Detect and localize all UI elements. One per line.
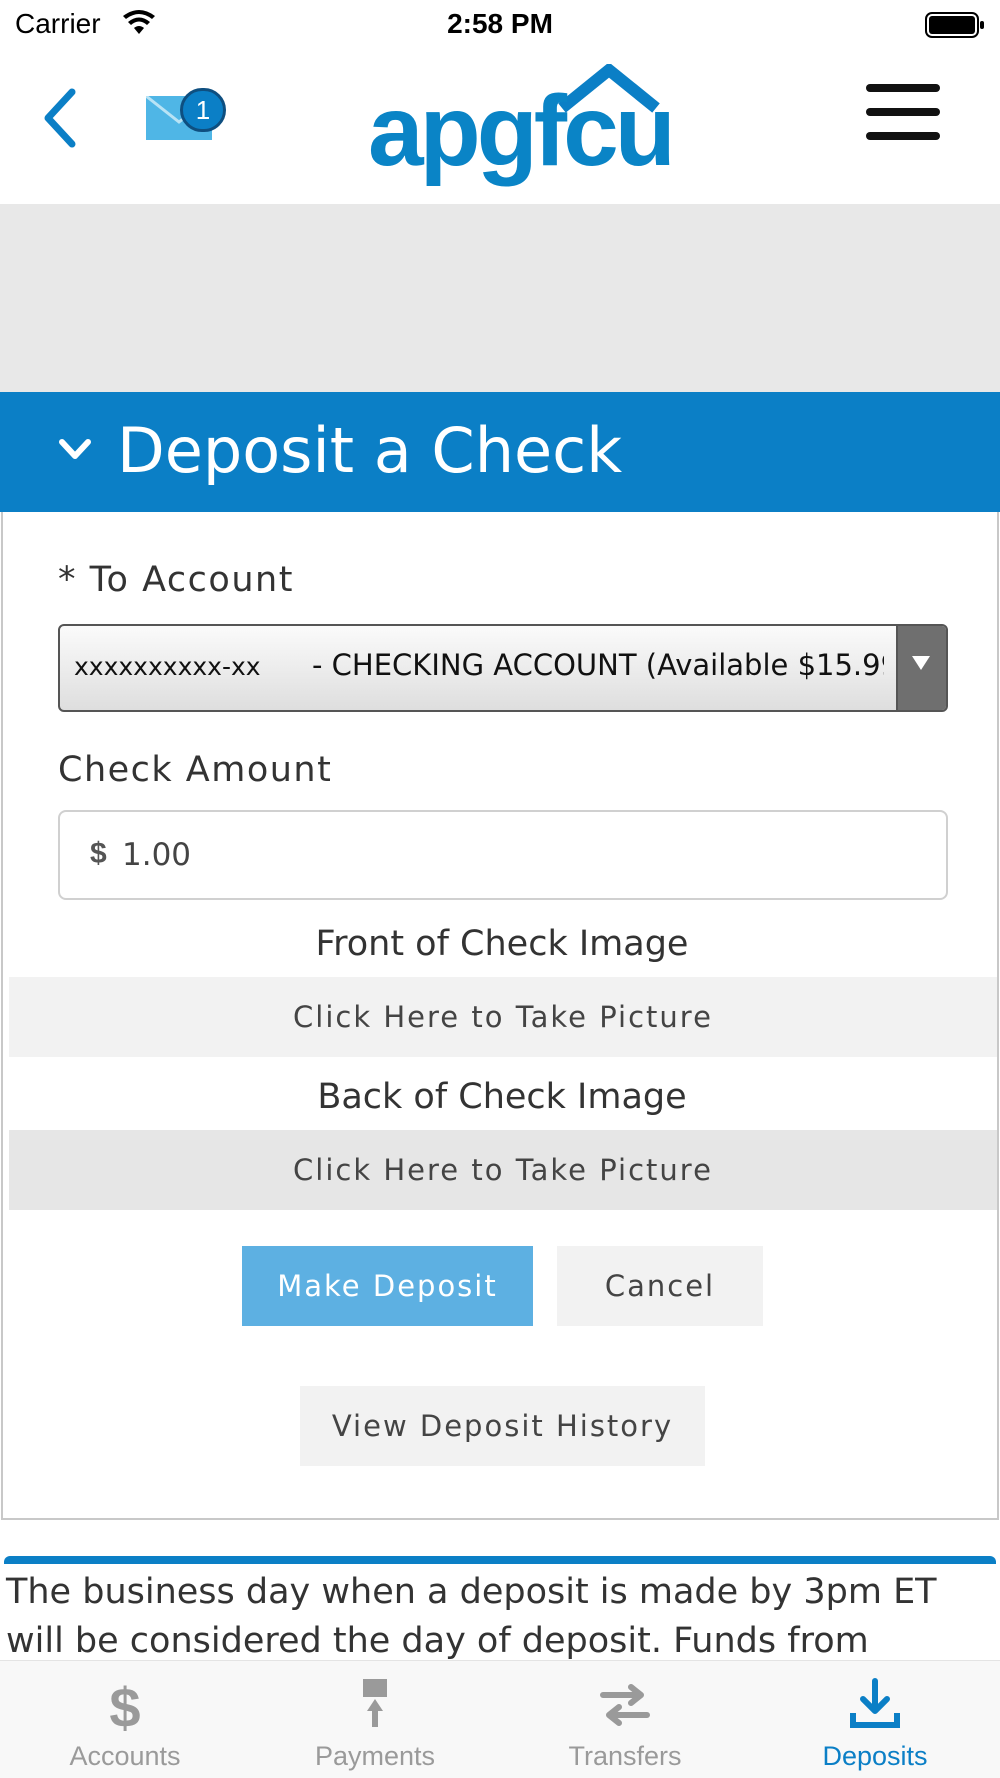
unread-badge: 1	[180, 88, 226, 132]
account-number-masked: xxxxxxxxxx-xx	[74, 652, 261, 681]
tab-transfers-label: Transfers	[568, 1741, 682, 1771]
account-description: - CHECKING ACCOUNT (Available $15.99	[312, 648, 884, 682]
back-chevron-icon[interactable]	[36, 86, 86, 150]
transfer-arrows-icon	[600, 1684, 650, 1726]
tab-deposits-label: Deposits	[822, 1741, 928, 1771]
dollar-icon: $	[109, 1677, 140, 1733]
deposit-info-text: The business day when a deposit is made …	[6, 1572, 937, 1661]
messages-button[interactable]: 1	[142, 88, 232, 148]
deposit-form: * To Account xxxxxxxxxx-xx - CHECKING ACC…	[1, 512, 999, 1520]
logo-wordmark: apgfcu	[368, 75, 676, 187]
to-account-label: * To Account	[58, 560, 294, 600]
battery-icon	[925, 12, 984, 38]
download-arrow-icon	[850, 1678, 900, 1728]
hamburger-menu-icon[interactable]	[866, 82, 940, 142]
status-bar: Carrier 2:58 PM	[0, 0, 1000, 50]
cancel-button[interactable]: Cancel	[557, 1246, 763, 1326]
bottom-tab-bar: $ Accounts Payments Transfers Deposits	[0, 1660, 1000, 1778]
deposit-section-header[interactable]: Deposit a Check	[0, 392, 1000, 512]
chevron-down-icon	[59, 439, 91, 459]
check-amount-input[interactable]	[122, 830, 822, 880]
tab-deposits[interactable]: Deposits	[750, 1661, 1000, 1778]
to-account-select[interactable]: xxxxxxxxxx-xx - CHECKING ACCOUNT (Availab…	[58, 624, 948, 712]
check-amount-field[interactable]: $	[58, 810, 948, 900]
view-deposit-history-button[interactable]: View Deposit History	[300, 1386, 705, 1466]
back-image-label: Back of Check Image	[317, 1077, 687, 1117]
tab-payments[interactable]: Payments	[250, 1661, 500, 1778]
tab-transfers[interactable]: Transfers	[500, 1661, 750, 1778]
tab-payments-label: Payments	[314, 1741, 436, 1771]
make-deposit-button[interactable]: Make Deposit	[242, 1246, 533, 1326]
dollar-sign-icon: $	[90, 837, 107, 870]
tab-accounts-label: Accounts	[69, 1741, 181, 1771]
front-take-picture-button[interactable]: Click Here to Take Picture	[9, 977, 997, 1057]
tab-accounts[interactable]: $ Accounts	[0, 1661, 250, 1778]
apgfcu-logo: apgfcu	[368, 64, 683, 189]
svg-text:$: $	[109, 1677, 140, 1733]
upload-arrow-icon	[363, 1679, 387, 1727]
banner-area	[0, 204, 1000, 392]
to-account-selected-value: xxxxxxxxxx-xx - CHECKING ACCOUNT (Availab…	[74, 648, 884, 682]
select-dropdown-arrow[interactable]	[896, 626, 946, 710]
check-amount-label: Check Amount	[58, 750, 333, 790]
section-title: Deposit a Check	[117, 414, 623, 487]
clock-label: 2:58 PM	[447, 8, 553, 39]
caret-down-icon	[912, 656, 930, 670]
deposit-info-panel: The business day when a deposit is made …	[4, 1556, 996, 1668]
front-image-label: Front of Check Image	[315, 924, 689, 964]
back-take-picture-button[interactable]: Click Here to Take Picture	[9, 1130, 997, 1210]
top-nav: 1 apgfcu	[0, 50, 1000, 204]
